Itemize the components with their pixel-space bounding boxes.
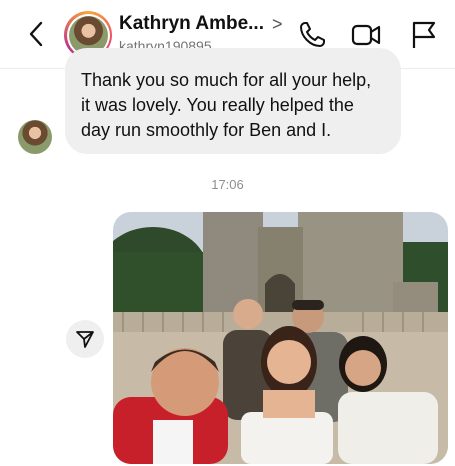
back-chevron-icon: [29, 21, 43, 47]
send-icon: [76, 331, 94, 348]
flag-icon[interactable]: [409, 20, 439, 50]
video-camera-icon[interactable]: [351, 20, 381, 50]
contact-display-name: Kathryn Ambe...: [119, 13, 264, 34]
chevron-right-icon: >: [272, 14, 283, 34]
share-button[interactable]: [66, 320, 104, 358]
group-selfie-photo: [113, 212, 448, 464]
message-text: Thank you so much for all your help, it …: [81, 70, 372, 140]
phone-icon[interactable]: [297, 20, 327, 50]
back-button[interactable]: [22, 18, 50, 50]
contact-name[interactable]: Kathryn Ambe... >: [119, 13, 289, 35]
message-timestamp: 17:06: [211, 177, 244, 192]
message-bubble[interactable]: Thank you so much for all your help, it …: [65, 48, 401, 154]
photo-message[interactable]: [113, 212, 448, 464]
sender-avatar[interactable]: [18, 120, 52, 154]
